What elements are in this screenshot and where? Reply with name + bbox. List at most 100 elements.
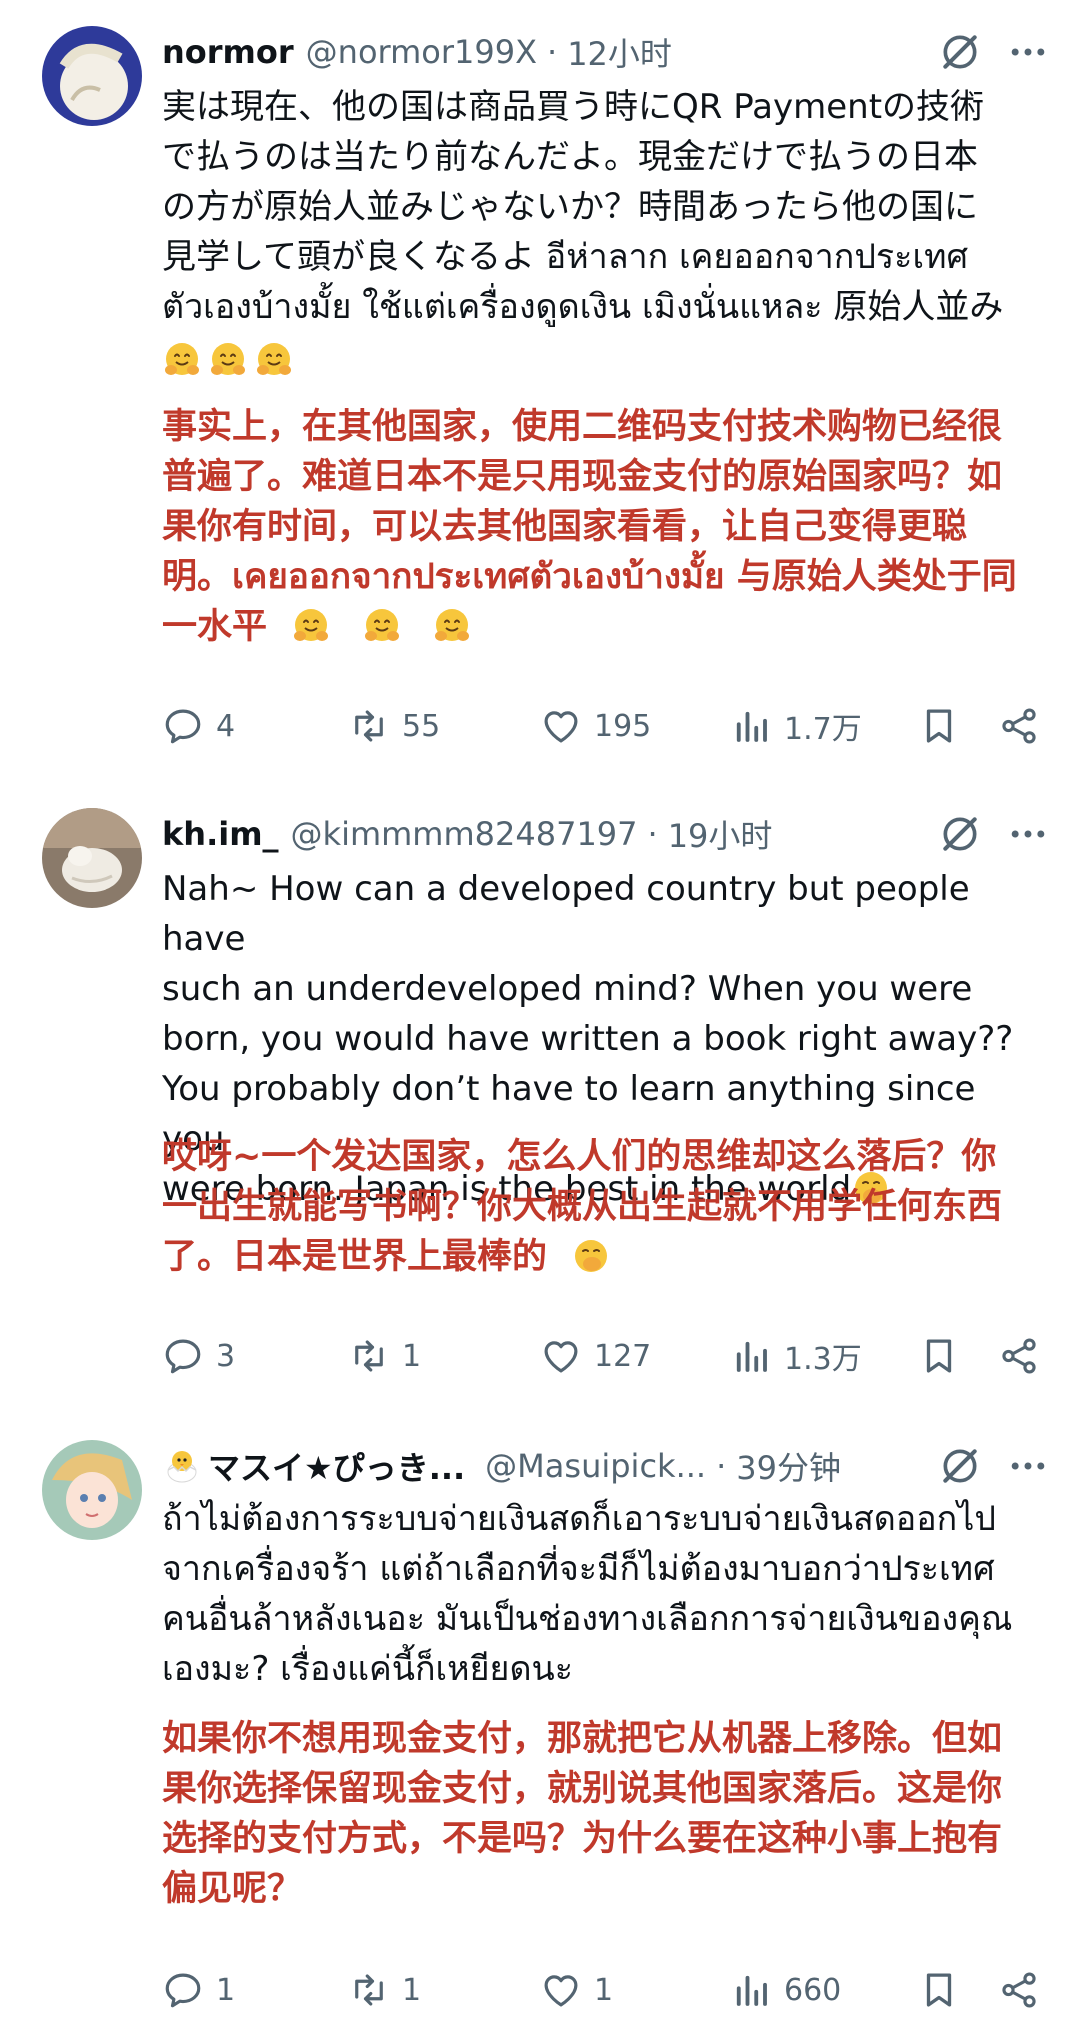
reply-button[interactable]: 1: [162, 1969, 235, 2011]
hugging-face-emoji: [162, 340, 202, 380]
translation-line: 哎呀~一个发达国家，怎么人们的思维却这么落后？你: [162, 1137, 997, 1177]
repost-icon: [348, 1969, 390, 2011]
hugging-face-emoji: [291, 606, 331, 646]
tweet-header: normor @normor199X · 12小时: [162, 26, 1050, 78]
share-icon: [998, 705, 1040, 747]
text-line: ตัวเองบ้างมั้ย ใช้แต่เครื่องดูดเงิน เมิง…: [162, 287, 1004, 327]
avatar[interactable]: [42, 1440, 142, 1540]
repost-count: 55: [402, 708, 441, 744]
like-icon: [540, 1969, 582, 2011]
text-line: คนอื่นล้าหลังเนอะ มันเป็นช่องทางเลือกการ…: [162, 1599, 1013, 1639]
bookmark-button[interactable]: [918, 1335, 972, 1377]
action-bar: 3 1 127 1.3万: [162, 1328, 1042, 1384]
translation-text: 如果你不想用现金支付，那就把它从机器上移除。但如 果你选择保留现金支付，就别说其…: [162, 1714, 1042, 1914]
display-name[interactable]: マスイ★ぴっき...: [208, 1443, 465, 1489]
translation-line-end: 了。日本是世界上最棒的: [162, 1237, 548, 1277]
share-button[interactable]: [998, 1969, 1052, 2011]
views-count: 1.7万: [784, 712, 862, 747]
like-button[interactable]: 127: [540, 1335, 651, 1377]
like-count: 127: [594, 1338, 652, 1374]
user-handle[interactable]: @normor199X: [306, 33, 537, 71]
display-name[interactable]: kh.im_: [162, 815, 279, 853]
translation-text: 事实上，在其他国家，使用二维码支付技术购物已经很 普遍了。难道日本不是只用现金支…: [162, 402, 1042, 652]
text-line: 実は現在、他の国は商品買う時にQR Paymentの技術: [162, 87, 985, 127]
text-line: such an underdeveloped mind? When you we…: [162, 969, 973, 1009]
translation-text: 哎呀~一个发达国家，怎么人们的思维却这么落后？你 一出生就能写书啊？你大概从出生…: [162, 1132, 1042, 1282]
reply-icon: [162, 1335, 204, 1377]
views-icon: [730, 1969, 772, 2011]
grok-icon[interactable]: [938, 30, 982, 74]
action-bar: 4 55 195 1.7万: [162, 698, 1042, 754]
translation-line: 果你选择保留现金支付，就别说其他国家落后。这是你: [162, 1769, 1003, 1809]
tweet-header: マスイ★ぴっき... @Masuipick... · 39分钟: [162, 1440, 1050, 1492]
share-button[interactable]: [998, 705, 1052, 747]
views-button[interactable]: 1.3万: [730, 1334, 862, 1378]
avatar[interactable]: [42, 26, 142, 126]
text-line: born, you would have written a book righ…: [162, 1019, 1014, 1059]
like-icon: [540, 1335, 582, 1377]
translation-line: 选择的支付方式，不是吗？为什么要在这种小事上抱有: [162, 1819, 1003, 1859]
reply-count: 1: [216, 1972, 236, 2008]
views-count: 1.3万: [784, 1342, 862, 1377]
repost-button[interactable]: 1: [348, 1969, 421, 2011]
grok-icon[interactable]: [938, 1444, 982, 1488]
emoji-line: [162, 336, 1042, 386]
repost-button[interactable]: 1: [348, 1335, 421, 1377]
views-icon: [730, 705, 772, 747]
reply-button[interactable]: 4: [162, 705, 235, 747]
face-with-hand-over-mouth-emoji: [571, 1236, 611, 1276]
like-count: 195: [594, 708, 652, 744]
reply-button[interactable]: 3: [162, 1335, 235, 1377]
views-icon: [730, 1335, 772, 1377]
bookmark-icon: [918, 705, 960, 747]
translation-line: 偏见呢？: [162, 1869, 303, 1909]
views-button[interactable]: 1.7万: [730, 704, 862, 748]
like-icon: [540, 705, 582, 747]
views-button[interactable]: 660: [730, 1969, 841, 2011]
avatar[interactable]: [42, 808, 142, 908]
tweet-text: 実は現在、他の国は商品買う時にQR Paymentの技術 で払うのは当たり前なん…: [162, 82, 1042, 386]
translation-line: 了。日本是世界上最棒的: [162, 1232, 1042, 1282]
bookmark-icon: [918, 1335, 960, 1377]
share-button[interactable]: [998, 1335, 1052, 1377]
user-handle[interactable]: @Masuipick...: [485, 1447, 706, 1485]
bookmark-button[interactable]: [918, 1969, 972, 2011]
action-bar: 1 1 1 660: [162, 1962, 1042, 2018]
text-line: เองมะ? เรื่องแค่นี้ก็เหยียดนะ: [162, 1649, 574, 1689]
hugging-face-emoji: [362, 606, 402, 646]
display-name[interactable]: normor: [162, 33, 294, 71]
separator-dot: ·: [647, 815, 658, 853]
views-count: 660: [784, 1972, 842, 2008]
like-button[interactable]: 1: [540, 1969, 613, 2011]
more-icon[interactable]: [1006, 812, 1050, 856]
separator-dot: ·: [716, 1447, 727, 1485]
reply-count: 3: [216, 1338, 236, 1374]
separator-dot: ·: [547, 33, 558, 71]
reply-count: 4: [216, 708, 236, 744]
repost-icon: [348, 705, 390, 747]
text-line: で払うのは当たり前なんだよ。現金だけで払うの日本: [162, 137, 978, 177]
grok-icon[interactable]: [938, 812, 982, 856]
translation-line: 如果你不想用现金支付，那就把它从机器上移除。但如: [162, 1719, 1003, 1759]
tweet-header: kh.im_ @kimmmm82487197 · 19小时: [162, 808, 1050, 860]
translation-line-end: 一水平: [162, 607, 268, 647]
user-handle[interactable]: @kimmmm82487197: [291, 815, 638, 853]
timestamp[interactable]: 19小时: [668, 811, 773, 857]
share-icon: [998, 1335, 1040, 1377]
timestamp[interactable]: 12小时: [567, 29, 672, 75]
repost-button[interactable]: 55: [348, 705, 440, 747]
more-icon[interactable]: [1006, 30, 1050, 74]
translation-line: 一水平: [162, 602, 1042, 652]
translation-line: 果你有时间，可以去其他国家看看，让自己变得更聪: [162, 507, 968, 547]
reply-icon: [162, 705, 204, 747]
tweet-text: ถ้าไม่ต้องการระบบจ่ายเงินสดก็เอาระบบจ่าย…: [162, 1494, 1042, 1694]
repost-count: 1: [402, 1972, 422, 2008]
like-count: 1: [594, 1972, 614, 2008]
hugging-face-emoji: [208, 340, 248, 380]
like-button[interactable]: 195: [540, 705, 651, 747]
bookmark-button[interactable]: [918, 705, 972, 747]
more-icon[interactable]: [1006, 1444, 1050, 1488]
timestamp[interactable]: 39分钟: [736, 1443, 841, 1489]
bookmark-icon: [918, 1969, 960, 2011]
text-line: จากเครื่องจร้า แต่ถ้าเลือกที่จะมีก็ไม่ต้…: [162, 1549, 995, 1589]
